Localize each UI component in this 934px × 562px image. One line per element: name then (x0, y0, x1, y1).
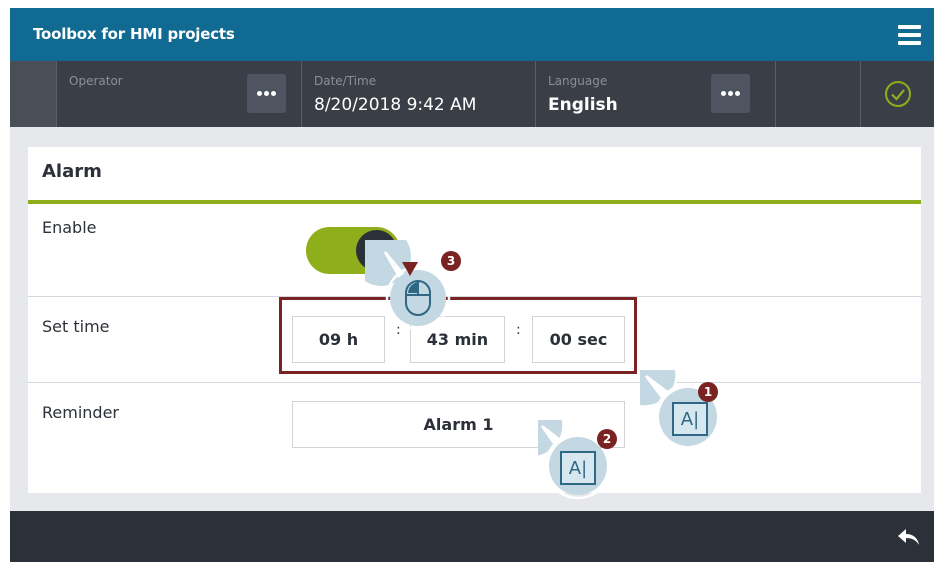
callout-badge-3: 3 (441, 251, 461, 271)
callout-badge-2: 2 (597, 429, 617, 449)
datetime-cell: Date/Time 8/20/2018 9:42 AM (301, 61, 536, 127)
header-empty-cell (775, 61, 862, 127)
datetime-value: 8/20/2018 9:42 AM (314, 95, 477, 115)
operator-more-button[interactable] (247, 74, 286, 113)
operator-cell: Operator (56, 61, 302, 127)
mouse-icon (405, 280, 431, 316)
language-label: Language (548, 74, 608, 88)
operator-label: Operator (69, 74, 123, 88)
text-cursor-icon: A| (560, 451, 596, 485)
callout-text-entry-2: A| 2 (498, 392, 633, 510)
language-more-button[interactable] (711, 74, 750, 113)
reminder-label: Reminder (42, 403, 119, 422)
header-left-block (10, 61, 56, 127)
menu-icon[interactable] (898, 25, 921, 45)
callout-badge-1: 1 (698, 382, 718, 402)
datetime-label: Date/Time (314, 74, 377, 88)
enable-label: Enable (42, 218, 97, 237)
status-cell (860, 61, 934, 127)
callout-text-entry-1: A| 1 (611, 341, 740, 460)
text-cursor-icon: A| (672, 402, 708, 436)
header-bar: Operator Date/Time 8/20/2018 9:42 AM Lan… (10, 61, 934, 127)
app-title: Toolbox for HMI projects (33, 25, 235, 43)
set-time-label: Set time (42, 317, 110, 336)
back-arrow-icon[interactable] (896, 528, 920, 546)
enable-row: Enable (28, 204, 921, 297)
language-value: English (548, 95, 618, 115)
panel-title: Alarm (42, 161, 102, 182)
footer-bar (10, 511, 934, 562)
title-bar: Toolbox for HMI projects (10, 8, 934, 61)
callout-mouse: 3 (348, 223, 461, 331)
check-circle-icon[interactable] (884, 80, 912, 108)
language-cell: Language English (535, 61, 776, 127)
